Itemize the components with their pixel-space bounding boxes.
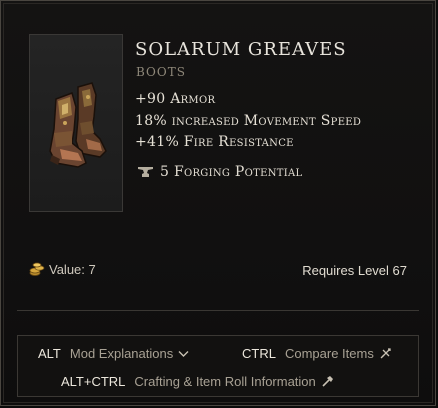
compare-items-hint[interactable]: CTRL Compare Items: [242, 346, 392, 361]
hammer-icon: [322, 376, 333, 387]
hint-label: Crafting & Item Roll Information: [134, 374, 316, 389]
forging-potential: 5 Forging Potential: [137, 163, 302, 181]
boots-icon: [49, 82, 107, 168]
chevron-down-icon: [178, 350, 189, 357]
hint-key: ALT+CTRL: [61, 374, 126, 389]
hint-label: Mod Explanations: [69, 346, 174, 361]
hint-label: Compare Items: [284, 346, 374, 361]
divider: [17, 310, 419, 311]
item-image-frame: [29, 34, 123, 212]
stat-fire-resistance: +41% Fire Resistance: [135, 134, 294, 150]
item-type: BOOTS: [136, 65, 186, 79]
anvil-icon: [138, 167, 153, 177]
value-label: Value: 7: [49, 261, 96, 277]
swords-icon: [380, 348, 391, 359]
gold-coins-icon: [29, 262, 45, 276]
item-name: SOLARUM GREAVES: [135, 39, 347, 60]
hint-key: ALT: [38, 346, 61, 361]
item-tooltip: SOLARUM GREAVES BOOTS +90 Armor 18% incr…: [0, 0, 436, 406]
crafting-info-hint[interactable]: ALT+CTRL Crafting & Item Roll Informatio…: [61, 374, 334, 389]
mod-explanations-hint[interactable]: ALT Mod Explanations: [38, 346, 189, 361]
item-value: Value: 7: [29, 261, 96, 277]
forging-potential-label: 5 Forging Potential: [160, 164, 303, 180]
hint-key: CTRL: [242, 346, 276, 361]
key-hints-panel: ALT Mod Explanations CTRL Compare Items …: [17, 335, 419, 397]
level-requirement: Requires Level 67: [302, 263, 407, 278]
stat-movement-speed: 18% increased Movement Speed: [135, 113, 362, 129]
stat-armor: +90 Armor: [135, 91, 216, 107]
